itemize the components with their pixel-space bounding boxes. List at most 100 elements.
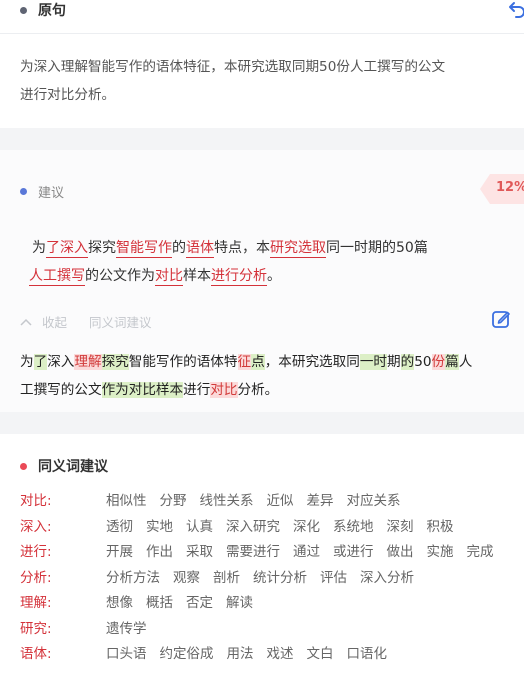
inserted-text: 探究 <box>101 354 129 370</box>
synonym-dot <box>20 462 27 470</box>
synonym-keyword: 语体: <box>20 646 52 662</box>
synonym-option[interactable]: 用法 <box>227 642 254 668</box>
synonym-option[interactable]: 开展 <box>106 540 133 566</box>
synonym-keyword: 分析: <box>20 569 52 586</box>
changed-word[interactable]: 对比 <box>155 268 183 286</box>
synonym-option[interactable]: 需要进行 <box>226 540 280 566</box>
text-segment: 。 <box>267 268 281 284</box>
synonym-option[interactable]: 统计分析 <box>253 566 307 592</box>
synonym-option[interactable]: 概括 <box>146 591 173 617</box>
synonym-keyword: 进行: <box>20 544 52 560</box>
synonym-options: 口头语 约定俗成 用法 戏述 文白 口语化 <box>106 642 520 668</box>
chevron-up-icon[interactable] <box>20 318 32 326</box>
synonym-option[interactable]: 深刻 <box>387 515 414 541</box>
synonym-option[interactable]: 分析方法 <box>106 566 160 592</box>
text-segment: 样本 <box>183 268 211 284</box>
synonym-option[interactable]: 约定俗成 <box>160 642 214 668</box>
synonym-row: 研究: 遗传学 <box>20 617 520 643</box>
original-line: 进行对比分析。 <box>20 87 116 103</box>
undo-icon[interactable] <box>508 0 524 18</box>
synonym-option[interactable]: 通过 <box>293 540 320 566</box>
synonym-option[interactable]: 做出 <box>387 540 414 566</box>
synonym-list: 对比: 相似性 分野 线性关系 近似 差异 对应关系深入: 透彻 实地 认真 深入研究 深化 系统地 深刻… <box>20 489 520 668</box>
synonym-option[interactable]: 口语化 <box>347 642 388 668</box>
synonym-option[interactable]: 实施 <box>427 540 454 566</box>
synonym-option[interactable]: 或进行 <box>333 540 374 566</box>
suggestion-label: 建议 <box>38 186 65 201</box>
synonym-option[interactable]: 相似性 <box>106 489 147 515</box>
text-segment: 为 <box>32 240 46 256</box>
changed-word[interactable]: 研究选取 <box>270 240 326 258</box>
synonym-option[interactable]: 实地 <box>146 515 173 541</box>
synonym-option[interactable]: 深入分析 <box>360 566 414 592</box>
synonym-row: 理解: 想像 概括 否定 解读 <box>20 591 520 617</box>
diff-line: 工撰写的公文作为对比样本进行对比分析。 <box>20 376 520 404</box>
synonym-option[interactable]: 认真 <box>186 515 213 541</box>
synonym-header: 同义词建议 <box>20 456 108 476</box>
suggestion-text[interactable]: 为了深入探究智能写作的语体特点，本研究选取同一时期的50篇 人工撰写的公文作为对… <box>29 234 518 290</box>
synonym-option[interactable]: 对应关系 <box>347 489 401 515</box>
synonym-options: 相似性 分野 线性关系 近似 差异 对应关系 <box>106 489 520 515</box>
synonym-options: 想像 概括 否定 解读 <box>106 591 520 617</box>
synonym-option[interactable]: 口头语 <box>106 642 147 668</box>
changed-word[interactable]: 进行分析 <box>211 268 267 286</box>
text-segment: 期 <box>387 354 401 370</box>
original-line: 为深入理解智能写作的语体特征，本研究选取同期50份人工撰写的公文 <box>20 59 446 75</box>
header-divider <box>0 33 524 34</box>
text-segment: ，本研究选取同 <box>264 354 360 370</box>
synonym-option[interactable]: 剖析 <box>213 566 240 592</box>
changed-word[interactable]: 语体 <box>186 240 214 258</box>
synonym-option[interactable]: 完成 <box>467 540 494 566</box>
text-segment: 为 <box>20 354 34 370</box>
synonym-option[interactable]: 积极 <box>427 515 454 541</box>
synonym-option[interactable]: 戏述 <box>267 642 294 668</box>
synonym-option[interactable]: 线性关系 <box>200 489 254 515</box>
synonym-option[interactable]: 采取 <box>186 540 213 566</box>
synonym-option[interactable]: 差异 <box>307 489 334 515</box>
inserted-text: 篇 <box>445 354 459 370</box>
synonym-keyword: 对比: <box>20 493 52 509</box>
synonym-options: 分析方法 观察 剖析 统计分析 评估 深入分析 <box>106 566 520 592</box>
suggestion-line: 人工撰写的公文作为对比样本进行分析。 <box>29 262 518 290</box>
synonym-option[interactable]: 评估 <box>320 566 347 592</box>
inserted-text: 了 <box>33 354 48 370</box>
changed-word[interactable]: 人工撰写 <box>29 268 85 286</box>
synonym-keyword: 深入: <box>20 518 52 535</box>
synonym-option[interactable]: 观察 <box>173 566 200 592</box>
synonym-option[interactable]: 遗传学 <box>106 617 147 643</box>
synonym-card: 同义词建议 对比: 相似性 分野 线性关系 近似 差异 对应关系 深入: 透彻 实地 认真 深入研究深… <box>0 434 524 697</box>
synonym-option[interactable]: 文白 <box>307 642 334 668</box>
synonym-option[interactable]: 分野 <box>160 489 187 515</box>
synonym-title: 同义词建议 <box>38 459 108 475</box>
synonym-option[interactable]: 想像 <box>106 591 133 617</box>
synonym-option[interactable]: 否定 <box>186 591 213 617</box>
synonym-option[interactable]: 解读 <box>226 591 253 617</box>
synonym-option[interactable]: 作出 <box>146 540 173 566</box>
inserted-text: 一时 <box>359 354 388 370</box>
synonym-option[interactable]: 深入研究 <box>226 515 280 541</box>
synonym-option[interactable]: 近似 <box>267 489 294 515</box>
synonym-option[interactable]: 深化 <box>293 515 320 541</box>
synonym-option[interactable]: 系统地 <box>333 515 374 541</box>
synonym-options: 透彻 实地 认真 深入研究 深化 系统地 深刻 积极 <box>106 515 520 541</box>
collapse-button[interactable]: 收起 <box>42 312 67 331</box>
edit-icon[interactable] <box>491 309 511 329</box>
changed-word[interactable]: 智能写作 <box>116 240 172 258</box>
text-segment: 的 <box>172 240 186 256</box>
text-segment: 人 <box>458 354 473 370</box>
deleted-text: 对比 <box>210 382 238 398</box>
suggestion-actions: 收起 同义词建议 <box>20 312 152 331</box>
synonym-row: 语体: 口头语 约定俗成 用法 戏述 文白 口语化 <box>20 642 520 668</box>
synonym-tab[interactable]: 同义词建议 <box>89 312 152 331</box>
deleted-text: 理解 <box>74 354 102 370</box>
text-segment: 分析。 <box>237 382 279 398</box>
changed-word[interactable]: 了 <box>46 240 60 258</box>
inserted-text: 的 <box>400 354 415 370</box>
synonym-row: 进行: 开展 作出 采取 需要进行 通过 或进行 做出 实施 完成 <box>20 540 520 566</box>
synonym-row: 对比: 相似性 分野 线性关系 近似 差异 对应关系 <box>20 489 520 515</box>
text-segment: 工撰写的公文 <box>20 382 102 398</box>
changed-word[interactable]: 深入 <box>60 240 88 258</box>
synonym-option[interactable]: 透彻 <box>106 515 133 541</box>
percent-value: 12% <box>496 180 524 195</box>
synonym-options: 遗传学 <box>106 617 520 643</box>
